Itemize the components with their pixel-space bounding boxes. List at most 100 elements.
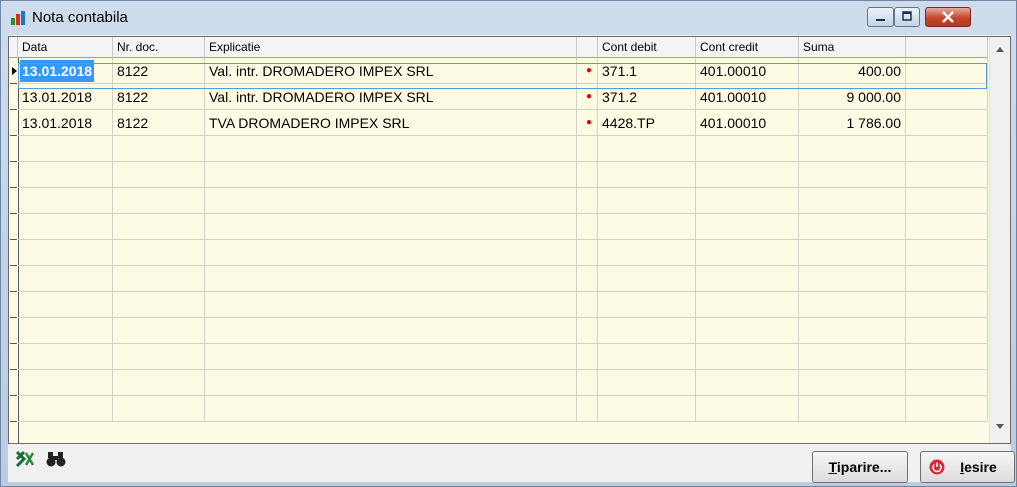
cell-suma[interactable] xyxy=(799,240,906,266)
empty-table-row[interactable] xyxy=(18,292,988,318)
cell-explicatie[interactable] xyxy=(205,188,577,214)
cell-credit[interactable]: 401.00010 xyxy=(696,58,799,84)
empty-table-row[interactable] xyxy=(18,266,988,292)
cell-credit[interactable] xyxy=(696,318,799,344)
scroll-up-arrow-icon[interactable] xyxy=(996,47,1004,52)
cell-debit[interactable] xyxy=(598,266,696,292)
cell-explicatie[interactable]: Val. intr. DROMADERO IMPEX SRL xyxy=(205,58,577,84)
cell-dot[interactable]: ● xyxy=(577,84,598,110)
cell-doc[interactable] xyxy=(113,344,205,370)
table-row[interactable]: 13.01.2018 8122 Val. intr. DROMADERO IMPEX… xyxy=(18,84,988,110)
cell-suma[interactable] xyxy=(799,344,906,370)
cell-doc[interactable] xyxy=(113,162,205,188)
cell-dot[interactable]: ● xyxy=(577,110,598,136)
cell-credit[interactable] xyxy=(696,240,799,266)
cell-doc[interactable]: 8122 xyxy=(113,84,205,110)
cell-explicatie[interactable]: TVA DROMADERO IMPEX SRL xyxy=(205,110,577,136)
cell-suma[interactable]: 400.00 xyxy=(799,58,906,84)
cell-doc[interactable] xyxy=(113,240,205,266)
row-indicator[interactable] xyxy=(10,110,17,136)
table-row[interactable]: 13.01.2018 8122 Val. intr. DROMADERO IMPEX… xyxy=(18,58,988,84)
row-indicator[interactable] xyxy=(10,266,17,292)
cell-date[interactable] xyxy=(18,188,113,214)
cell-credit[interactable]: 401.00010 xyxy=(696,84,799,110)
vertical-scrollbar[interactable] xyxy=(989,37,1010,443)
empty-table-row[interactable] xyxy=(18,214,988,240)
cell-filler[interactable] xyxy=(906,344,988,370)
empty-table-row[interactable] xyxy=(18,396,988,422)
cell-credit[interactable] xyxy=(696,214,799,240)
empty-table-row[interactable] xyxy=(18,136,988,162)
row-indicator[interactable] xyxy=(10,162,17,188)
cell-explicatie[interactable]: Val. intr. DROMADERO IMPEX SRL xyxy=(205,84,577,110)
cell-debit[interactable] xyxy=(598,292,696,318)
cell-explicatie[interactable] xyxy=(205,396,577,422)
cell-debit[interactable] xyxy=(598,136,696,162)
cell-dot[interactable]: ● xyxy=(577,58,598,84)
cell-filler[interactable] xyxy=(906,110,988,136)
cell-credit[interactable] xyxy=(696,396,799,422)
empty-table-row[interactable] xyxy=(18,344,988,370)
cell-doc[interactable]: 8122 xyxy=(113,58,205,84)
header-suma[interactable]: Suma xyxy=(799,37,906,58)
cell-doc[interactable]: 8122 xyxy=(113,110,205,136)
row-indicator[interactable] xyxy=(10,214,17,240)
cell-filler[interactable] xyxy=(906,292,988,318)
cell-dot[interactable] xyxy=(577,344,598,370)
cell-explicatie[interactable] xyxy=(205,214,577,240)
maximize-button[interactable] xyxy=(894,7,920,27)
empty-table-row[interactable] xyxy=(18,318,988,344)
row-indicator[interactable] xyxy=(10,84,17,110)
cell-suma[interactable] xyxy=(799,188,906,214)
table-row[interactable]: 13.01.2018 8122 TVA DROMADERO IMPEX SRL ● 44… xyxy=(18,110,988,136)
cell-suma[interactable] xyxy=(799,162,906,188)
cell-credit[interactable] xyxy=(696,344,799,370)
cell-dot[interactable] xyxy=(577,396,598,422)
cell-filler[interactable] xyxy=(906,240,988,266)
cell-dot[interactable] xyxy=(577,240,598,266)
cell-date[interactable] xyxy=(18,396,113,422)
empty-table-row[interactable] xyxy=(18,162,988,188)
cell-explicatie[interactable] xyxy=(205,240,577,266)
cell-date[interactable] xyxy=(18,214,113,240)
cell-filler[interactable] xyxy=(906,58,988,84)
cell-date[interactable] xyxy=(18,136,113,162)
cell-debit[interactable] xyxy=(598,318,696,344)
cell-date[interactable] xyxy=(18,370,113,396)
cell-dot[interactable] xyxy=(577,318,598,344)
cell-explicatie[interactable] xyxy=(205,162,577,188)
cell-filler[interactable] xyxy=(906,84,988,110)
cell-date[interactable]: 13.01.2018 xyxy=(18,110,113,136)
cell-doc[interactable] xyxy=(113,292,205,318)
cell-filler[interactable] xyxy=(906,214,988,240)
cell-suma[interactable] xyxy=(799,136,906,162)
cell-explicatie[interactable] xyxy=(205,318,577,344)
cell-date[interactable] xyxy=(18,344,113,370)
cell-explicatie[interactable] xyxy=(205,136,577,162)
cell-dot[interactable] xyxy=(577,162,598,188)
cell-debit[interactable] xyxy=(598,214,696,240)
empty-table-row[interactable] xyxy=(18,188,988,214)
cell-doc[interactable] xyxy=(113,214,205,240)
header-status[interactable] xyxy=(577,37,598,58)
cell-suma[interactable] xyxy=(799,396,906,422)
title-bar[interactable]: Nota contabila xyxy=(1,1,1016,33)
cell-dot[interactable] xyxy=(577,292,598,318)
cell-doc[interactable] xyxy=(113,266,205,292)
row-indicator[interactable] xyxy=(10,292,17,318)
cell-date[interactable] xyxy=(18,292,113,318)
cell-date[interactable] xyxy=(18,266,113,292)
cell-dot[interactable] xyxy=(577,214,598,240)
cell-date[interactable]: 13.01.2018 xyxy=(18,84,113,110)
row-indicator[interactable] xyxy=(10,136,17,162)
row-indicator[interactable] xyxy=(10,58,17,84)
cell-suma[interactable] xyxy=(799,266,906,292)
cell-doc[interactable] xyxy=(113,370,205,396)
exit-button[interactable]: Iesire xyxy=(920,451,1015,483)
cell-date[interactable]: 13.01.2018 xyxy=(18,58,113,84)
cell-credit[interactable] xyxy=(696,266,799,292)
row-indicator[interactable] xyxy=(10,318,17,344)
cell-dot[interactable] xyxy=(577,136,598,162)
cell-explicatie[interactable] xyxy=(205,266,577,292)
empty-table-row[interactable] xyxy=(18,240,988,266)
